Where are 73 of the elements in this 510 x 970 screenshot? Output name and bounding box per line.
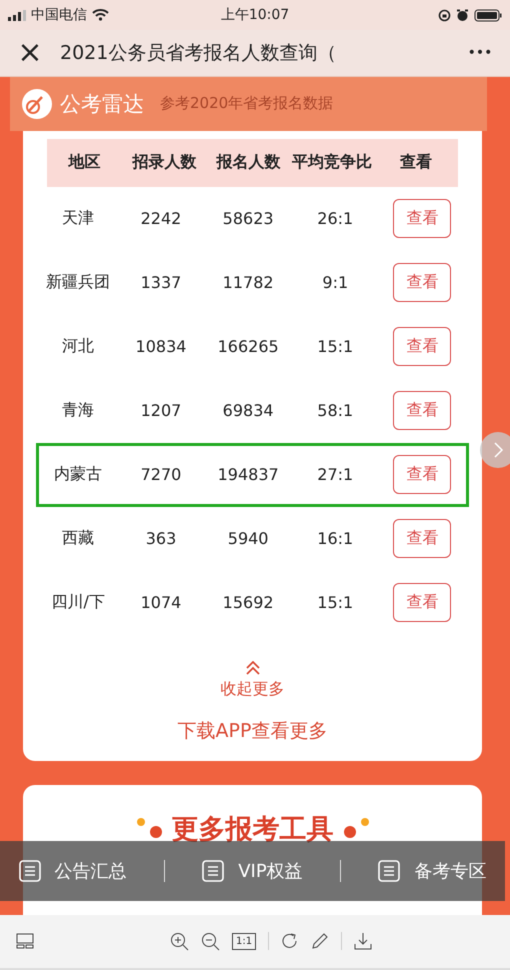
- table-cell-text: 194837: [216, 465, 280, 484]
- table-cell-text: 天津: [61, 208, 96, 230]
- table-cell-text: 河北: [61, 336, 96, 358]
- rotate-icon[interactable]: [281, 932, 300, 950]
- table-cell-text: 16:1: [316, 529, 354, 548]
- table-cell-text: 2242: [140, 209, 182, 228]
- rotation-lock-icon: [438, 8, 451, 22]
- table-cell-text: 363: [144, 529, 178, 548]
- thumbnails-icon[interactable]: [16, 933, 34, 950]
- view-button[interactable]: 查看: [393, 199, 452, 238]
- table-cell-text: 26:1: [316, 209, 354, 228]
- table-cell-text: 青海: [61, 400, 96, 422]
- column-header: 平均竞争比: [291, 152, 374, 174]
- document-icon[interactable]: [378, 860, 400, 882]
- page-title: 2021公务员省考报名人数查询（: [60, 41, 338, 66]
- table-cell-text: 西藏: [61, 528, 96, 550]
- table-cell-text: 四川/下: [50, 592, 106, 614]
- signal-icon: [8, 10, 26, 21]
- banner-subtitle: 参考2020年省考报名数据: [160, 94, 334, 114]
- brand-name: 公考雷达: [60, 90, 144, 118]
- zoom-in-icon[interactable]: [170, 932, 189, 951]
- column-header: 招录人数: [131, 152, 198, 174]
- column-header: 地区: [67, 152, 102, 174]
- table-cell-text: 15:1: [316, 593, 354, 612]
- close-button[interactable]: ×: [0, 37, 60, 70]
- table-cell-text: 166265: [216, 337, 280, 356]
- actual-size-button[interactable]: 1:1: [232, 932, 256, 950]
- wifi-icon: [92, 9, 109, 22]
- table-cell-text: 1074: [140, 593, 182, 612]
- tools-title: 更多报考工具: [172, 812, 334, 847]
- carrier: 中国电信: [31, 6, 87, 24]
- view-button[interactable]: 查看: [393, 455, 452, 494]
- more-button[interactable]: •••: [450, 44, 510, 62]
- alarm-icon: [456, 8, 469, 22]
- dots-decoration-icon: [136, 816, 162, 841]
- table-cell-text: 27:1: [316, 465, 354, 484]
- column-header: 报名人数: [215, 152, 282, 174]
- table-cell-text: 9:1: [321, 273, 350, 292]
- table-cell-text: 1207: [140, 401, 182, 420]
- table-cell-text: 15692: [222, 593, 275, 612]
- table-cell-text: 7270: [140, 465, 182, 484]
- clock-time: 上午10:07: [220, 6, 290, 24]
- table-cell-text: 新疆兵团: [45, 272, 112, 294]
- table-cell-text: 10834: [134, 337, 188, 356]
- view-button[interactable]: 查看: [393, 327, 452, 366]
- pencil-icon[interactable]: [311, 932, 330, 950]
- next-page-button[interactable]: [480, 432, 510, 468]
- table-cell-text: 58:1: [316, 401, 354, 420]
- view-button[interactable]: 查看: [393, 263, 452, 302]
- chevron-up-icon[interactable]: [244, 660, 260, 675]
- document-icon[interactable]: [202, 860, 224, 882]
- column-header: 查看: [398, 152, 434, 174]
- table-cell-text: 1337: [140, 273, 182, 292]
- view-button[interactable]: 查看: [393, 519, 452, 558]
- quick-link[interactable]: VIP权益: [238, 858, 303, 883]
- table-cell-text: 69834: [222, 401, 275, 420]
- battery-icon: [474, 8, 502, 22]
- table-cell-text: 15:1: [316, 337, 354, 356]
- zoom-out-icon[interactable]: [201, 932, 220, 951]
- table-cell-text: 11782: [222, 273, 275, 292]
- dots-decoration-icon: [344, 816, 370, 841]
- table-cell-text: 内蒙古: [53, 464, 104, 486]
- view-button[interactable]: 查看: [393, 391, 452, 430]
- table-cell-text: 58623: [222, 209, 275, 228]
- radar-logo-icon: [20, 86, 54, 121]
- quick-link[interactable]: 公告汇总: [54, 858, 127, 883]
- document-icon[interactable]: [18, 860, 41, 882]
- table-cell-text: 5940: [226, 529, 270, 548]
- download-icon[interactable]: [354, 932, 372, 950]
- view-button[interactable]: 查看: [393, 583, 452, 622]
- download-app-link[interactable]: 下载APP查看更多: [178, 718, 328, 744]
- quick-link[interactable]: 备考专区: [414, 858, 486, 883]
- collapse-link[interactable]: 收起更多: [220, 678, 284, 700]
